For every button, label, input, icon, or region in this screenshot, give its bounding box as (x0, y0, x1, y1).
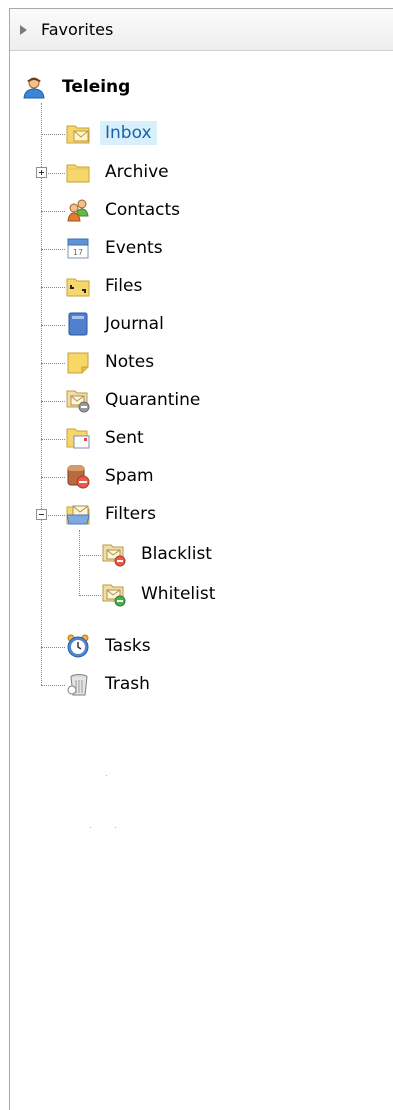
spam-icon (67, 465, 90, 489)
folder-spam[interactable]: Spam (65, 463, 195, 491)
artifact-dot (90, 827, 91, 828)
whitelist-icon (102, 584, 126, 607)
artifact-dot (115, 827, 116, 828)
folder-inbox[interactable]: Inbox (65, 120, 195, 148)
folder-label: Archive (105, 162, 169, 182)
folder-label: Inbox (100, 121, 157, 145)
tree-line (79, 530, 80, 596)
folder-contacts[interactable]: Contacts (65, 197, 195, 225)
folder-label: Tasks (105, 636, 151, 656)
contacts-icon (67, 199, 89, 222)
folder-archive[interactable]: Archive (65, 159, 195, 187)
folder-notes[interactable]: Notes (65, 349, 195, 377)
quarantine-icon (66, 390, 90, 413)
tree-line (41, 439, 65, 440)
folder-label: Trash (105, 674, 150, 694)
tree-line (79, 595, 101, 596)
folder-whitelist[interactable]: Whitelist (101, 581, 241, 609)
folder-label: Spam (105, 466, 154, 486)
folder-label: Events (105, 238, 163, 258)
tree-line (41, 287, 65, 288)
folder-label: Contacts (105, 200, 180, 220)
folder-label: Sent (105, 428, 144, 448)
tree-line (41, 401, 65, 402)
tree-line (48, 173, 65, 174)
favorites-label: Favorites (41, 20, 114, 39)
calendar-icon: 17 (67, 238, 89, 259)
tasks-clock-icon (67, 634, 89, 658)
svg-text:17: 17 (73, 248, 83, 257)
sent-folder-icon (66, 428, 90, 449)
account-label: Teleing (62, 77, 131, 97)
tree-line (41, 103, 42, 685)
inbox-folder-icon (66, 125, 90, 144)
expand-arrow-icon[interactable] (20, 25, 27, 35)
tree-line (41, 134, 65, 135)
folder-journal[interactable]: Journal (65, 311, 195, 339)
folder-label: Files (105, 276, 143, 296)
user-icon (23, 77, 45, 99)
tree-line (41, 325, 65, 326)
tree-line (41, 249, 65, 250)
folder-icon (66, 164, 90, 183)
notes-icon (67, 352, 89, 374)
folder-tasks[interactable]: Tasks (65, 633, 195, 661)
account-node[interactable]: Teleing (22, 76, 182, 100)
tree-line (41, 685, 65, 686)
expand-toggle[interactable] (36, 167, 47, 178)
folder-label: Quarantine (105, 390, 201, 410)
tree-line (41, 211, 65, 212)
folder-sent[interactable]: Sent (65, 425, 195, 453)
folder-blacklist[interactable]: Blacklist (101, 541, 241, 569)
tree-line (79, 555, 101, 556)
folder-filters[interactable]: Filters (65, 501, 195, 529)
folder-label: Notes (105, 352, 155, 372)
favorites-bar[interactable]: Favorites (10, 9, 393, 51)
folder-files[interactable]: Files (65, 273, 195, 301)
blacklist-icon (102, 544, 126, 567)
trash-icon (67, 674, 88, 696)
folder-events[interactable]: 17 Events (65, 235, 195, 263)
tree-line (41, 477, 65, 478)
folder-label: Filters (105, 504, 156, 524)
filters-icon (66, 505, 90, 525)
folder-trash[interactable]: Trash (65, 671, 195, 699)
folder-quarantine[interactable]: Quarantine (65, 387, 215, 415)
folder-label: Whitelist (141, 584, 216, 604)
tree-line (41, 363, 65, 364)
folder-label: Journal (105, 314, 164, 334)
tree-line (48, 515, 65, 516)
folder-label: Blacklist (141, 544, 212, 564)
files-folder-icon (66, 278, 90, 297)
journal-icon (68, 312, 88, 336)
collapse-toggle[interactable] (36, 509, 47, 520)
tree-line (41, 647, 65, 648)
artifact-dot (106, 775, 107, 776)
